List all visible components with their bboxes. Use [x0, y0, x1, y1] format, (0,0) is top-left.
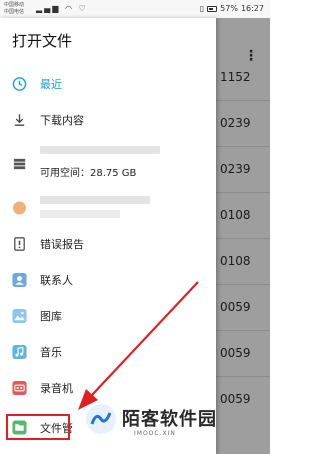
- annotation-arrow: [78, 281, 199, 410]
- watermark-url: IMOOC.XIN: [134, 430, 176, 437]
- watermark-logo-icon: [86, 404, 116, 434]
- watermark-title: 陌客软件园: [122, 409, 217, 430]
